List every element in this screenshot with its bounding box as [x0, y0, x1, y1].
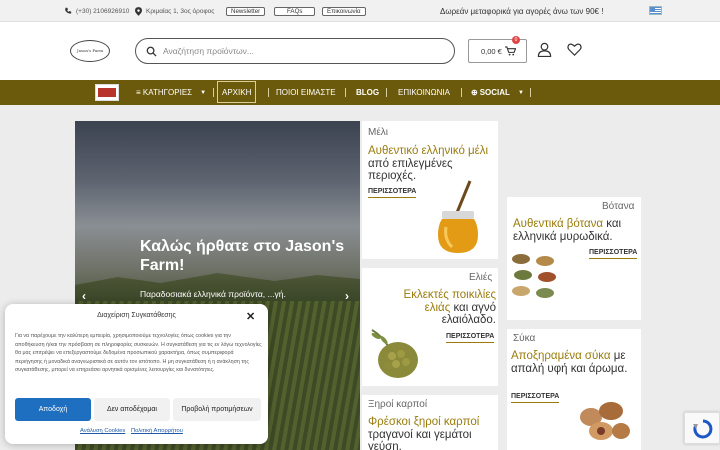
card-category: Ελιές [469, 272, 493, 283]
more-link[interactable]: ΠΕΡΙΣΣΟΤΕΡΑ [446, 333, 495, 343]
phone-number: (+30) 2106926910 [76, 7, 130, 15]
globe-icon: ⊕ [471, 88, 478, 97]
privacy-policy-link[interactable]: Πολιτική Απορρήτου [131, 428, 183, 434]
location-pin-icon [135, 6, 142, 16]
honey-jar-icon [438, 180, 478, 253]
nav-blog-label: BLOG [356, 88, 380, 97]
nav-divider [461, 88, 462, 97]
newsletter-link[interactable]: Newsletter [226, 0, 266, 22]
chevron-down-icon: ▼ [517, 89, 524, 96]
nav-social-label: SOCIAL [479, 88, 510, 97]
olive-bowl-icon [371, 329, 418, 378]
cookie-accept-button[interactable]: Αποδοχή [15, 398, 91, 421]
nav-divider [530, 88, 531, 97]
logo-text: Jason's Farm [76, 48, 104, 53]
user-account-icon[interactable] [537, 42, 552, 57]
language-flag-icon[interactable] [649, 6, 662, 15]
hero-subtitle: Παραδοσιακά ελληνικά προϊόντα, ...γή. [140, 289, 286, 299]
recaptcha-icon [693, 419, 713, 439]
card-heading: Αποξηραμένα σύκα με απαλή υφή και άρωμα. [511, 350, 639, 375]
hero-title: Καλώς ήρθατε στο Jason's Farm! [140, 238, 345, 274]
nav-categories-label: ≡ ΚΑΤΗΓΟΡΙΕΣ [136, 88, 193, 97]
more-link[interactable]: ΠΕΡΙΣΣΟΤΕΡΑ [589, 249, 638, 259]
wishlist-heart-icon[interactable] [567, 42, 582, 57]
card-category: Βότανα [602, 201, 635, 212]
nav-divider [345, 88, 346, 97]
more-link[interactable]: ΠΕΡΙΣΣΟΤΕΡΑ [511, 393, 560, 403]
nav-home-label: ΑΡΧΙΚΗ [222, 87, 252, 97]
site-logo[interactable]: Jason's Farm [70, 40, 110, 62]
cookie-body-text: Για να παρέχουμε την καλύτερη εμπειρία, … [15, 333, 262, 373]
newsletter-label: Newsletter [226, 6, 266, 16]
faqs-label: FAQs [274, 6, 316, 16]
card-heading-text: και αγνό ελαιόλαδο. [441, 301, 496, 327]
card-heading-highlight: Φρέσκοι ξηροί καρποί [368, 416, 480, 428]
cookie-title: Διαχείριση Συγκατάθεσης [97, 312, 176, 319]
main-navigation: ≡ ΚΑΤΗΓΟΡΙΕΣ ▼ ΑΡΧΙΚΗ ΠΟΙΟΙ ΕΙΜΑΣΤΕ BLOG… [0, 80, 720, 105]
card-figs[interactable]: Σύκα Αποξηραμένα σύκα με απαλή υφή και ά… [507, 329, 641, 450]
card-herbs[interactable]: Βότανα Αυθεντικά βότανα και ελληνικά μυρ… [507, 197, 641, 320]
card-heading-highlight: Αυθεντικό ελληνικό μέλι [368, 145, 489, 157]
phone[interactable]: (+30) 2106926910 [64, 0, 129, 22]
nav-logo[interactable] [95, 84, 119, 101]
top-bar: (+30) 2106926910 Κριμαίας 1, 3ος όροφος … [0, 0, 720, 22]
nav-home[interactable]: ΑΡΧΙΚΗ [217, 81, 257, 103]
cookie-preferences-button[interactable]: Προβολή προτιμήσεων [173, 398, 261, 421]
herb-bowls-icon [512, 254, 556, 298]
card-olives[interactable]: Ελιές Εκλεκτές ποικιλίες ελιάς και αγνό … [362, 268, 498, 386]
slider-prev-arrow-icon[interactable]: ‹ [82, 289, 86, 303]
site-header: Jason's Farm Αναζήτηση προϊόντων... 0,00… [0, 22, 720, 80]
card-heading: Εκλεκτές ποικιλίες ελιάς και αγνό ελαιόλ… [384, 289, 496, 327]
faqs-link[interactable]: FAQs [274, 0, 316, 22]
card-category: Σύκα [513, 333, 536, 344]
cart-count-badge: 0 [512, 36, 520, 44]
shipping-notice: Δωρεάν μεταφορικά για αγορές άνω των 90€… [440, 6, 604, 16]
nav-divider [268, 88, 269, 97]
card-honey[interactable]: Μέλι Αυθεντικό ελληνικό μέλι από επιλεγμ… [362, 121, 498, 259]
nav-about[interactable]: ΠΟΙΟΙ ΕΙΜΑΣΤΕ [276, 80, 336, 105]
nav-blog[interactable]: BLOG [356, 80, 379, 105]
cart-total: 0,00 € [481, 46, 502, 56]
cookie-consent-dialog: Διαχείριση Συγκατάθεσης ✕ Για να παρέχου… [5, 304, 268, 444]
card-category: Μέλι [368, 127, 389, 138]
card-heading-highlight: Αποξηραμένα σύκα [511, 350, 611, 362]
card-heading: Φρέσκοι ξηροί καρποί τραγανοί και γεμάτο… [368, 416, 494, 450]
card-heading: Αυθεντικά βότανα και ελληνικά μυρωδικά. [513, 218, 639, 243]
address: Κριμαίας 1, 3ος όροφος [135, 0, 214, 22]
nav-about-label: ΠΟΙΟΙ ΕΙΜΑΣΤΕ [276, 88, 336, 97]
address-text: Κριμαίας 1, 3ος όροφος [146, 7, 215, 15]
close-icon[interactable]: ✕ [246, 310, 255, 323]
card-heading-highlight: Αυθεντικά βότανα [513, 218, 604, 230]
card-category: Ξηροί καρποί [368, 399, 428, 410]
nav-contact[interactable]: ΕΠΙΚΟΙΝΩΝΙΑ [398, 80, 450, 105]
card-dried-fruits[interactable]: Ξηροί καρποί Φρέσκοι ξηροί καρποί τραγαν… [362, 395, 498, 450]
cookie-policy-link[interactable]: Ανάλυση Cookies [80, 428, 125, 434]
cart-button[interactable]: 0,00 € 0 [468, 36, 527, 63]
search-input[interactable]: Αναζήτηση προϊόντων... [135, 38, 455, 64]
card-heading: Αυθεντικό ελληνικό μέλι από επιλεγμένες … [368, 145, 494, 183]
more-link[interactable]: ΠΕΡΙΣΣΟΤΕΡΑ [368, 188, 417, 198]
cart-icon [504, 46, 516, 56]
dried-figs-icon [580, 402, 630, 440]
slider-next-arrow-icon[interactable]: › [345, 289, 349, 303]
chevron-down-icon: ▼ [200, 89, 207, 96]
nav-social[interactable]: ⊕ SOCIAL ▼ [471, 80, 524, 105]
card-heading-text: τραγανοί και γεμάτοι γεύση. [368, 428, 472, 450]
nav-divider [213, 88, 214, 97]
cookie-deny-button[interactable]: Δεν αποδέχομαι [94, 398, 170, 421]
phone-icon [65, 7, 72, 14]
nav-contact-label: ΕΠΙΚΟΙΝΩΝΙΑ [398, 88, 450, 97]
nav-categories[interactable]: ≡ ΚΑΤΗΓΟΡΙΕΣ ▼ [136, 80, 206, 105]
contact-label: Επικοινωνία [322, 6, 366, 16]
search-icon [146, 46, 157, 57]
recaptcha-badge[interactable] [684, 412, 720, 444]
search-placeholder: Αναζήτηση προϊόντων... [163, 46, 254, 56]
contact-link[interactable]: Επικοινωνία [322, 0, 366, 22]
nav-divider [386, 88, 387, 97]
